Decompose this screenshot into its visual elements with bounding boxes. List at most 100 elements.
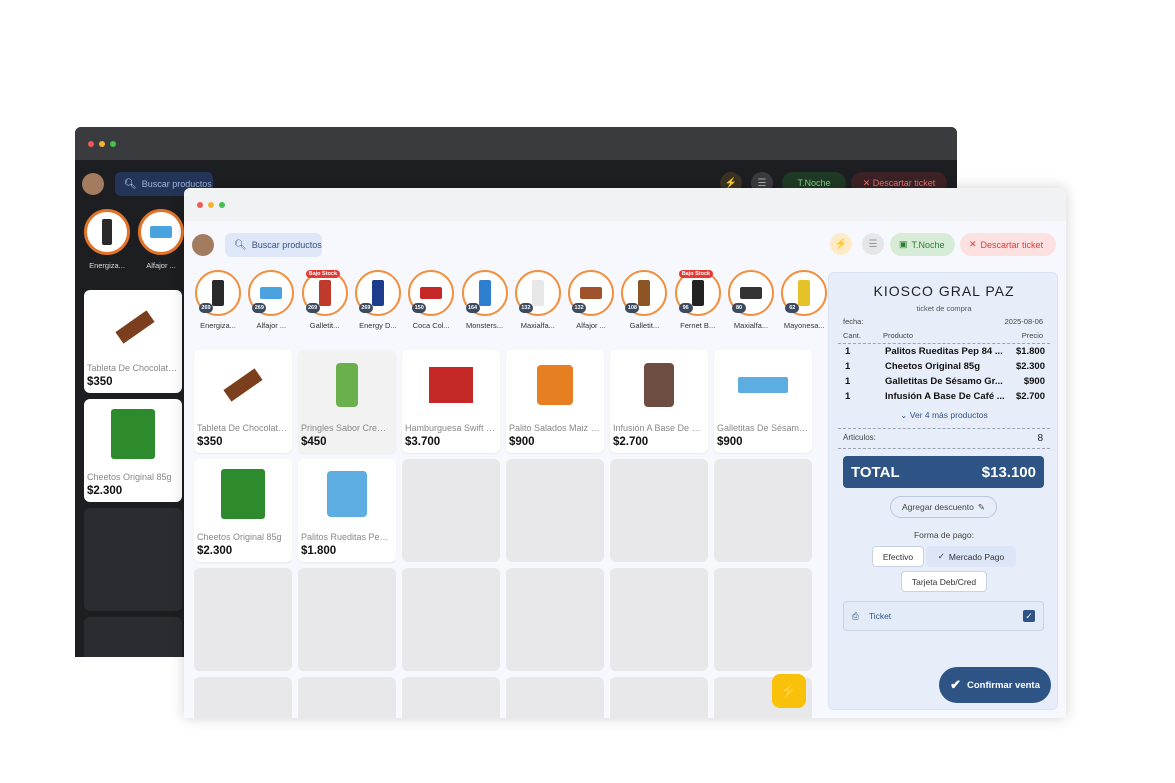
story-item[interactable]: Alfajor ... (138, 209, 184, 270)
stock-count: 132 (518, 303, 533, 313)
product-name: Hamburguesa Swift C... (405, 423, 497, 433)
stock-count: 96 (678, 303, 693, 313)
story-item[interactable]: 164 Monsters... (459, 270, 511, 330)
product-card[interactable]: Hamburguesa Swift C... $3.700 (402, 350, 500, 453)
item-price: $1.800 (1015, 346, 1045, 357)
titlebar (184, 188, 1066, 221)
articles-label: Articulos: (843, 433, 876, 442)
product-price: $350 (197, 436, 223, 448)
ticket-item[interactable]: 1 Cheetos Original 85g $2.300 (845, 361, 1045, 372)
stock-count: 269 (252, 303, 267, 313)
offline-icon[interactable]: ⚡ (830, 233, 852, 255)
story-label: Energiza... (89, 261, 125, 270)
low-stock-badge: Bajo Stock (305, 270, 341, 278)
story-item[interactable]: 269 Alfajor ... (245, 270, 297, 330)
story-item[interactable]: 80 Maxialfa... (725, 270, 777, 330)
ticket-item[interactable]: 1 Infusión A Base De Café ... $2.700 (845, 391, 1045, 402)
empty-slot (610, 568, 708, 671)
check-circle-icon: ✔ (950, 677, 962, 692)
avatar[interactable] (82, 173, 104, 195)
ticket-item[interactable]: 1 Palitos Rueditas Pep 84 ... $1.800 (845, 346, 1045, 357)
story-item[interactable]: Energiza... (84, 209, 130, 270)
product-price: $1.800 (301, 545, 337, 557)
col-qty: Cant. (843, 331, 861, 340)
empty-slot (402, 677, 500, 718)
product-card[interactable]: Cheetos Original 85g $2.300 (194, 459, 292, 562)
close-icon: ✕ (969, 239, 977, 249)
empty-slot (84, 617, 182, 657)
check-icon: ✓ (937, 551, 945, 561)
product-name: Infusión A Base De C... (613, 423, 705, 433)
pay-card-button[interactable]: Tarjeta Deb/Cred (901, 571, 987, 592)
story-item[interactable]: Bajo Stock 96 Fernet B... (672, 270, 724, 330)
product-image (420, 287, 443, 299)
minimize-dot-icon[interactable] (99, 140, 105, 147)
empty-slot (84, 508, 182, 611)
quick-add-button[interactable]: ⚡ (772, 674, 806, 708)
chevron-down-icon: ⌄ (900, 410, 908, 420)
story-item[interactable]: 132 Maxialfa... (512, 270, 564, 330)
cheetos-image (111, 409, 155, 459)
show-more-link[interactable]: ⌄ Ver 4 más productos (829, 410, 1059, 421)
product-card[interactable]: Infusión A Base De C... $2.700 (610, 350, 708, 453)
product-price: $450 (301, 436, 327, 448)
story-item[interactable]: 132 Alfajor ... (565, 270, 617, 330)
night-shift-button[interactable]: ▣ T.Noche (890, 233, 955, 256)
empty-slot (506, 459, 604, 562)
avatar[interactable] (192, 234, 214, 256)
story-item[interactable]: 108 Galletit... (618, 270, 670, 330)
maximize-dot-icon[interactable] (219, 201, 225, 208)
product-card[interactable]: Tableta De Chocolate... $350 (194, 350, 292, 453)
ticket-subtitle: ticket de compra (916, 304, 972, 313)
item-qty: 1 (845, 346, 851, 357)
story-item[interactable]: Bajo Stock 269 Galletit... (299, 270, 351, 330)
story-item[interactable]: 150 Coca Col... (405, 270, 457, 330)
product-image (691, 280, 704, 306)
item-name: Infusión A Base De Café ... (885, 391, 1005, 402)
search-input[interactable]: 🔍︎ Buscar productos (225, 233, 322, 257)
product-card[interactable]: Palitos Rueditas Pep ... $1.800 (298, 459, 396, 562)
pay-cash-button[interactable]: Efectivo (872, 546, 924, 567)
search-icon: 🔍︎ (124, 178, 137, 190)
story-label: Alfajor ... (576, 321, 606, 330)
store-name: KIOSCO GRAL PAZ (873, 283, 1015, 299)
ticket-checkbox[interactable]: ✓ (1023, 610, 1035, 622)
divider (838, 428, 1050, 429)
close-dot-icon[interactable] (88, 140, 94, 147)
story-label: Mayonesa... (783, 321, 825, 330)
back-titlebar (75, 127, 957, 160)
product-card[interactable]: Galletitas De Sésamo... $900 (714, 350, 812, 453)
story-label: Galletit... (309, 321, 340, 330)
bolt-icon: ⚡ (779, 683, 799, 700)
item-name: Galletitas De Sésamo Gr... (885, 376, 1003, 387)
receipt-icon[interactable]: ☰ (862, 233, 884, 255)
stock-count: 269 (305, 303, 320, 313)
product-thumb: 132 (514, 270, 561, 316)
pay-mercadopago-button[interactable]: ✓ Mercado Pago (926, 546, 1016, 567)
item-qty: 1 (845, 391, 851, 402)
story-item[interactable]: 62 Mayonesa... (778, 270, 830, 330)
product-card[interactable]: Tableta De Chocolate... $350 (84, 290, 182, 393)
ticket-item[interactable]: 1 Galletitas De Sésamo Gr... $900 (845, 376, 1045, 387)
product-card[interactable]: Cheetos Original 85g $2.300 (84, 399, 182, 502)
product-image (426, 360, 476, 410)
product-card[interactable]: Pringles Sabor Crema... $450 (298, 350, 396, 453)
product-image (740, 287, 762, 299)
product-name: Palitos Rueditas Pep ... (301, 532, 393, 542)
pencil-icon: ✎ (977, 501, 985, 512)
maximize-dot-icon[interactable] (110, 140, 116, 147)
close-dot-icon[interactable] (197, 201, 203, 208)
story-item[interactable]: 269 Energy D... (352, 270, 404, 330)
story-item[interactable]: 269 Energiza... (192, 270, 244, 330)
discard-ticket-button[interactable]: ✕ Descartar ticket (960, 233, 1056, 256)
print-ticket-option[interactable]: ⎙ Ticket ✓ (843, 601, 1044, 631)
product-image (322, 469, 372, 519)
empty-slot (714, 459, 812, 562)
pos-window: 🔍︎ Buscar productos ⚡ ☰ ▣ T.Noche ✕ Desc… (184, 188, 1066, 718)
stock-count: 62 (785, 303, 800, 313)
add-discount-button[interactable]: Agregar descuento ✎ (890, 496, 997, 518)
minimize-dot-icon[interactable] (208, 201, 214, 208)
confirm-sale-button[interactable]: ✔ Confirmar venta (939, 667, 1051, 703)
product-image (318, 280, 331, 306)
product-card[interactable]: Palito Salados Maiz P... $900 (506, 350, 604, 453)
